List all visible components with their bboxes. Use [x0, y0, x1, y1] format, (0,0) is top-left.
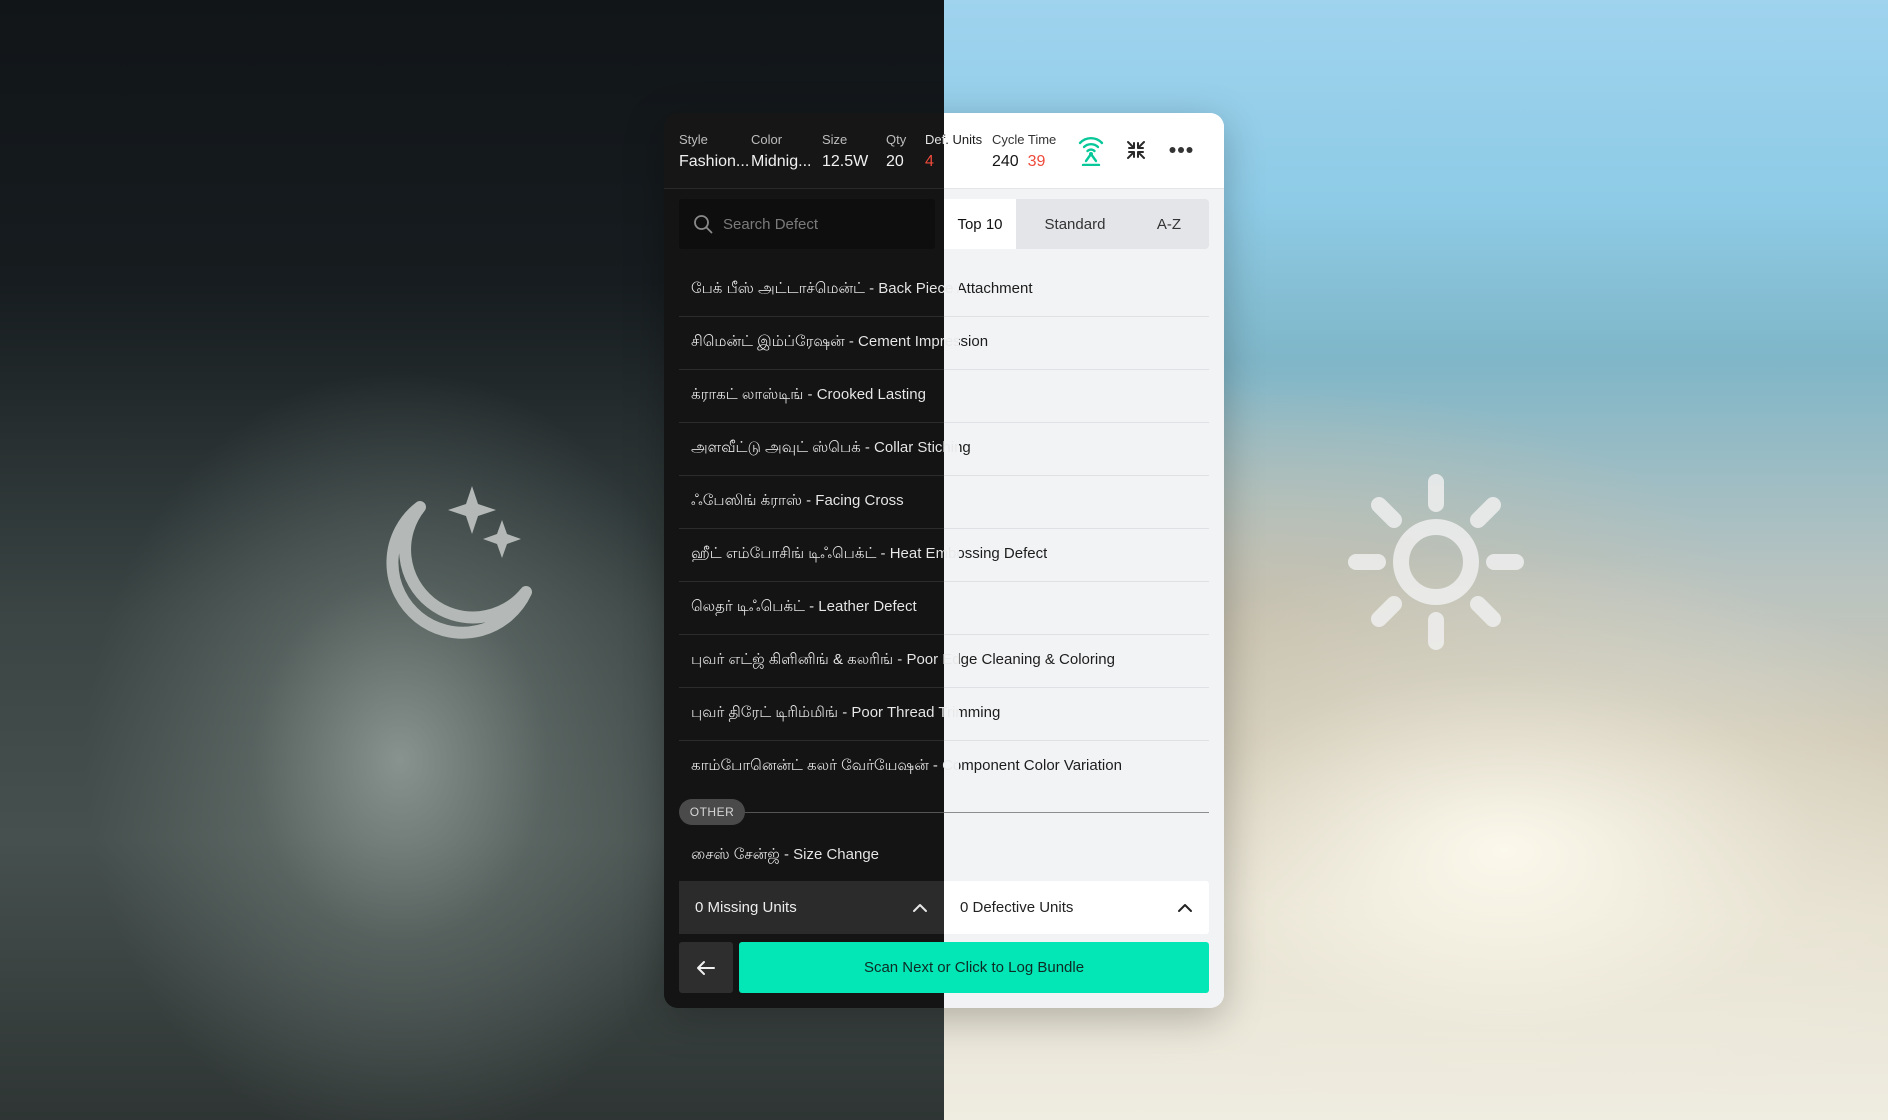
- size-label: Size: [822, 132, 848, 147]
- cycle-time-overrun: 39: [1027, 153, 1046, 170]
- more-options-icon[interactable]: [1164, 133, 1198, 167]
- defect-item-back-piece-attachment[interactable]: பேக் பீஸ் அட்டாச்மென்ட் - Back Piece Att…: [679, 263, 1209, 316]
- defect-item-leather-defect[interactable]: லெதர் டிஃபெக்ட் - Leather Defect: [679, 581, 1209, 634]
- chevron-up-icon: [913, 903, 927, 912]
- defect-item-collar-stiching[interactable]: அளவீட்டு அவுட் ஸ்பெக் - Collar Stiching: [679, 422, 1209, 475]
- defect-logging-panel: Style Fashion... Color Midnig... Size 12…: [664, 113, 1224, 1008]
- defect-item-facing-cross[interactable]: ஃபேஸிங் க்ராஸ் - Facing Cross: [679, 475, 1209, 528]
- search-icon: [694, 215, 713, 234]
- search-box: [679, 199, 935, 249]
- log-bundle-button[interactable]: Scan Next or Click to Log Bundle: [739, 942, 1209, 993]
- defective-units-value: 4: [925, 153, 934, 170]
- minimize-icon[interactable]: [1119, 133, 1153, 167]
- wireless-signal-icon[interactable]: [1074, 133, 1108, 167]
- color-field: Color Midnig...: [751, 132, 811, 171]
- missing-units-toggle[interactable]: 0 Missing Units: [679, 881, 944, 934]
- style-field: Style Fashion...: [679, 132, 749, 171]
- tab-standard[interactable]: Standard: [1020, 199, 1130, 249]
- color-value: Midnig...: [751, 153, 812, 170]
- cycle-time-value: 240: [992, 153, 1019, 170]
- cycle-time-field: Cycle Time 240 39: [992, 132, 1056, 171]
- back-button[interactable]: [679, 942, 733, 993]
- search-defect-input[interactable]: [721, 214, 925, 234]
- size-value: 12.5W: [822, 153, 869, 170]
- color-label: Color: [751, 132, 783, 147]
- qty-label: Qty: [886, 132, 907, 147]
- tab-top-10[interactable]: Top 10: [944, 199, 1016, 249]
- defect-item-crooked-lasting[interactable]: க்ராகட் லாஸ்டிங் - Crooked Lasting: [679, 369, 1209, 422]
- tab-a-z[interactable]: A-Z: [1134, 199, 1204, 249]
- defective-units-count-label: 0 Defective Units: [960, 899, 1074, 916]
- defect-item-cement-impression[interactable]: சிமென்ட் இம்ப்ரேஷன் - Cement Impression: [679, 316, 1209, 369]
- sort-tabs: Top 10 Standard A-Z: [944, 199, 1209, 249]
- style-label: Style: [679, 132, 708, 147]
- defect-item-poor-thread-trimming[interactable]: புவர் திரேட் டிரிம்மிங் - Poor Thread Tr…: [679, 687, 1209, 740]
- sun-icon: [1348, 474, 1524, 650]
- style-value: Fashion...: [679, 153, 750, 170]
- defect-item-poor-edge-cleaning[interactable]: புவர் எட்ஜ் கிளினிங் & கலரிங் - Poor Edg…: [679, 634, 1209, 687]
- arrow-left-icon: [697, 960, 715, 975]
- other-divider: [739, 812, 1209, 813]
- defect-item-component-color-variation[interactable]: காம்போனென்ட் கலர் வேர்யேஷன் - Component …: [679, 740, 1209, 793]
- missing-units-label: 0 Missing Units: [695, 899, 797, 916]
- qty-field: Qty 20: [886, 132, 906, 171]
- qty-value: 20: [886, 153, 904, 170]
- size-field: Size 12.5W: [822, 132, 868, 171]
- cycle-time-label: Cycle Time: [992, 132, 1057, 147]
- defect-item-size-change[interactable]: சைஸ் சேன்ஜ் - Size Change: [679, 829, 1209, 882]
- other-section-badge: OTHER: [679, 799, 745, 825]
- defect-item-heat-embossing-defect[interactable]: ஹீட் எம்போசிங் டிஃபெக்ட் - Heat Embossin…: [679, 528, 1209, 581]
- defective-units-field: Def. Units 4: [925, 132, 982, 171]
- defective-units-toggle[interactable]: 0 Defective Units: [944, 881, 1209, 934]
- chevron-up-icon: [1178, 903, 1192, 912]
- defective-units-label: Def. Units: [925, 132, 983, 147]
- moon-stars-icon: [386, 486, 532, 639]
